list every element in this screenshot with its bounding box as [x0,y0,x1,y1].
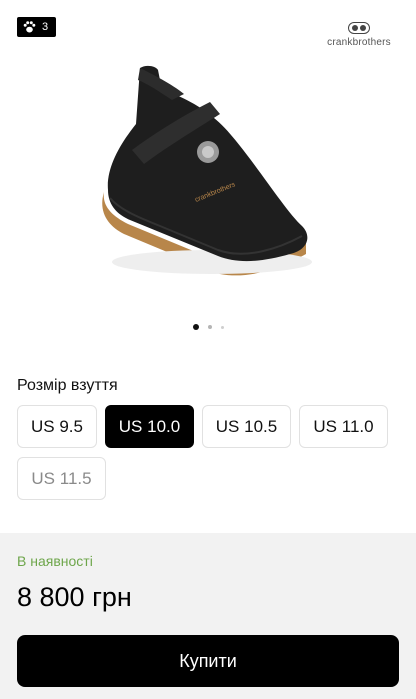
stock-status: В наявності [17,553,93,569]
size-option[interactable]: US 10.5 [202,405,291,448]
brand-mark-icon [348,22,370,34]
price: 8 800 грн [17,582,132,612]
gallery-pagination[interactable] [0,324,416,330]
size-options: US 9.5 US 10.0 US 10.5 US 11.0 US 11.5 [17,405,399,500]
gallery-dot[interactable] [192,324,199,330]
size-option-selected[interactable]: US 10.0 [105,405,194,448]
paw-icon [23,21,36,33]
badge-count: 3 [42,21,49,33]
size-option[interactable]: US 9.5 [17,405,97,448]
gallery-dot[interactable] [220,325,224,329]
product-image[interactable]: crankbrothers [0,40,416,310]
buy-button[interactable]: Купити [17,635,399,687]
size-option-unavailable[interactable]: US 11.5 [17,457,106,500]
size-option[interactable]: US 11.0 [299,405,388,448]
gallery-dot[interactable] [207,325,212,329]
badge[interactable]: 3 [17,17,57,37]
purchase-panel: В наявності 8 800 грн Купити [0,533,416,699]
size-section-title: Розмір взуття [17,377,118,394]
